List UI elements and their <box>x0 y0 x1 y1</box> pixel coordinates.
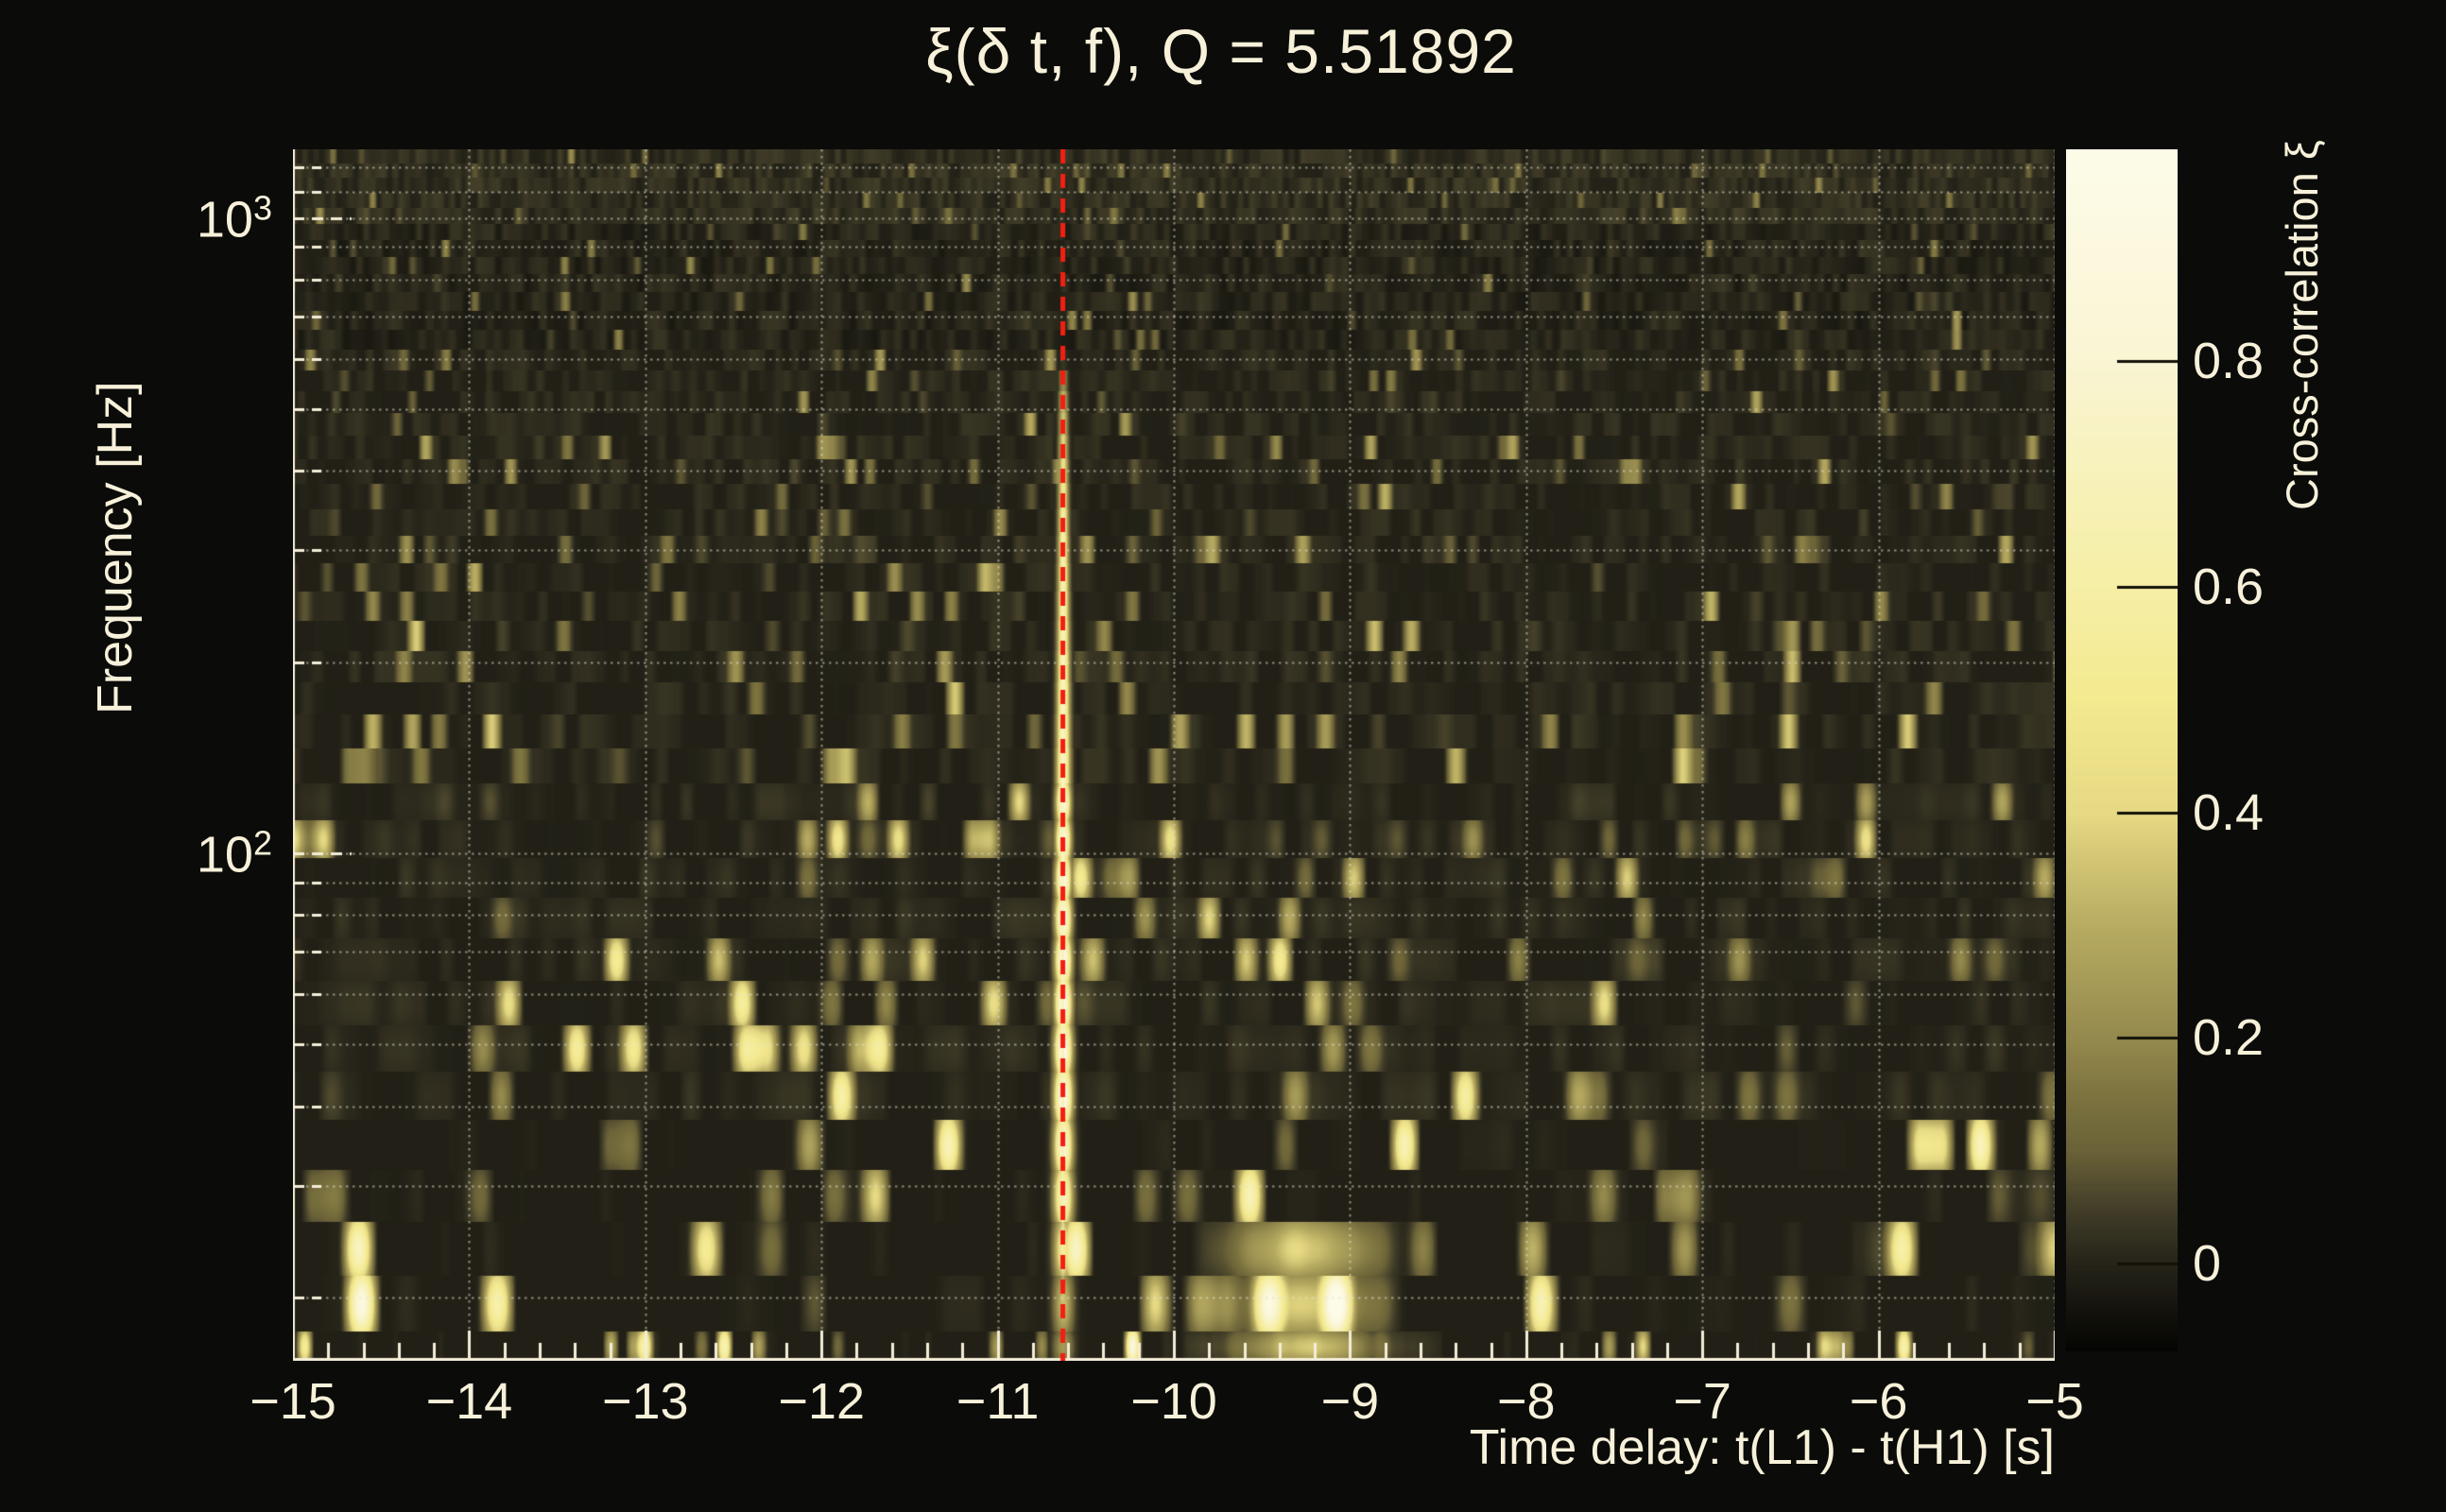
chart-title: ξ(δ t, f), Q = 5.51892 <box>925 16 1517 86</box>
x-axis-label: Time delay: t(L1) - t(H1) [s] <box>1469 1420 2055 1475</box>
colorbar-tick-label: 0 <box>2193 1235 2222 1293</box>
colorbar-tick-label: 0.6 <box>2193 558 2265 616</box>
colorbar-tick-label: 0.4 <box>2193 783 2265 841</box>
colorbar-tick-label: 0.8 <box>2193 333 2265 390</box>
colorbar-tick-label: 0.2 <box>2193 1009 2265 1067</box>
colorbar-label: Cross-correlation ξ <box>2277 140 2327 510</box>
heatmap-canvas <box>293 149 2055 1361</box>
y-axis-tick-labels: 103 102 <box>0 0 272 1512</box>
y-tick-label: 103 <box>196 188 272 249</box>
y-tick-label: 102 <box>196 823 272 884</box>
colorbar <box>2066 149 2178 1351</box>
figure-root: ξ(δ t, f), Q = 5.51892 Frequency [Hz] 10… <box>0 0 2446 1512</box>
